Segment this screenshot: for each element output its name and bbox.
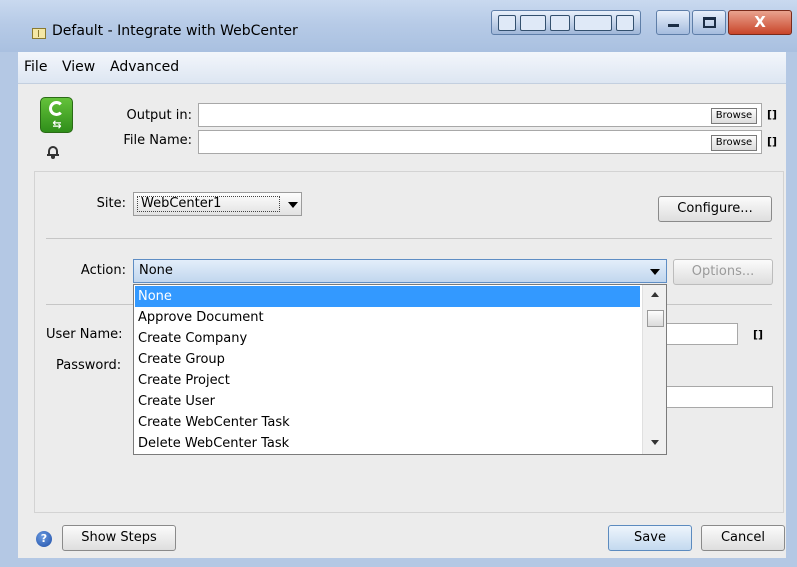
site-select[interactable]: WebCenter1 — [133, 192, 302, 216]
action-option-create-company[interactable]: Create Company — [135, 328, 640, 349]
action-option-create-user[interactable]: Create User — [135, 391, 640, 412]
titlebar-tool-4-icon[interactable] — [574, 15, 612, 31]
action-option-none[interactable]: None — [135, 286, 640, 307]
site-label: Site: — [96, 196, 126, 211]
user-name-variable-button[interactable]: [] — [753, 328, 763, 341]
divider — [46, 304, 134, 305]
window-border-bottom — [0, 558, 797, 567]
chevron-down-icon — [650, 269, 660, 275]
action-option-create-group[interactable]: Create Group — [135, 349, 640, 370]
maximize-icon — [703, 17, 716, 28]
maximize-button[interactable] — [692, 10, 726, 35]
user-name-field[interactable] — [666, 323, 738, 345]
file-name-label: File Name: — [123, 133, 192, 148]
password-label: Password: — [56, 358, 122, 373]
file-name-field[interactable]: Browse — [198, 130, 762, 154]
action-option-approve-document[interactable]: Approve Document — [135, 307, 640, 328]
action-option-create-webcenter-task[interactable]: Create WebCenter Task — [135, 412, 640, 433]
webcenter-logo-icon: ⇆ — [40, 97, 73, 133]
window-border-left — [0, 52, 18, 567]
minimize-icon — [668, 24, 679, 27]
menu-file[interactable]: File — [24, 59, 47, 75]
app-icon — [32, 28, 46, 39]
close-button[interactable]: X — [728, 10, 792, 35]
scroll-up-icon[interactable] — [651, 292, 659, 297]
output-in-label: Output in: — [126, 108, 192, 123]
action-select-value: None — [139, 263, 173, 278]
titlebar-tool-5-icon[interactable] — [616, 15, 634, 31]
titlebar-tool-1-icon[interactable] — [498, 15, 516, 31]
action-select[interactable]: None — [133, 259, 667, 283]
action-dropdown-list: None Approve Document Create Company Cre… — [133, 284, 667, 455]
file-name-variable-button[interactable]: [] — [767, 135, 777, 148]
user-name-label: User Name: — [46, 327, 123, 342]
window-border-right — [786, 52, 797, 567]
dropdown-scrollbar[interactable] — [642, 285, 666, 454]
titlebar-tool-2-icon[interactable] — [520, 15, 546, 31]
output-in-field[interactable]: Browse — [198, 103, 762, 127]
divider — [46, 238, 772, 239]
scroll-down-icon[interactable] — [651, 440, 659, 445]
window-controls: X — [656, 10, 794, 35]
action-label: Action: — [80, 263, 126, 278]
show-steps-button[interactable]: Show Steps — [62, 525, 176, 551]
close-icon: X — [754, 13, 766, 31]
save-button[interactable]: Save — [608, 525, 692, 551]
divider — [667, 304, 772, 305]
menu-bar: File View Advanced — [18, 52, 786, 84]
bell-icon[interactable] — [47, 145, 59, 159]
action-option-create-project[interactable]: Create Project — [135, 370, 640, 391]
output-in-browse-button[interactable]: Browse — [711, 108, 757, 124]
site-select-value: WebCenter1 — [137, 196, 280, 212]
menu-advanced[interactable]: Advanced — [110, 59, 179, 75]
chevron-down-icon — [288, 202, 298, 208]
action-option-delete-webcenter-task[interactable]: Delete WebCenter Task — [135, 433, 640, 454]
scroll-thumb[interactable] — [647, 310, 664, 327]
minimize-button[interactable] — [656, 10, 690, 35]
extra-field[interactable] — [666, 386, 773, 408]
options-button[interactable]: Options... — [673, 259, 773, 285]
output-in-variable-button[interactable]: [] — [767, 108, 777, 121]
cancel-button[interactable]: Cancel — [701, 525, 785, 551]
window-title: Default - Integrate with WebCenter — [52, 23, 298, 39]
file-name-browse-button[interactable]: Browse — [711, 135, 757, 151]
configure-button[interactable]: Configure... — [658, 196, 772, 222]
titlebar-tool-3-icon[interactable] — [550, 15, 570, 31]
menu-view[interactable]: View — [62, 59, 95, 75]
titlebar-extra-buttons[interactable] — [491, 10, 641, 35]
help-icon[interactable]: ? — [36, 531, 52, 547]
